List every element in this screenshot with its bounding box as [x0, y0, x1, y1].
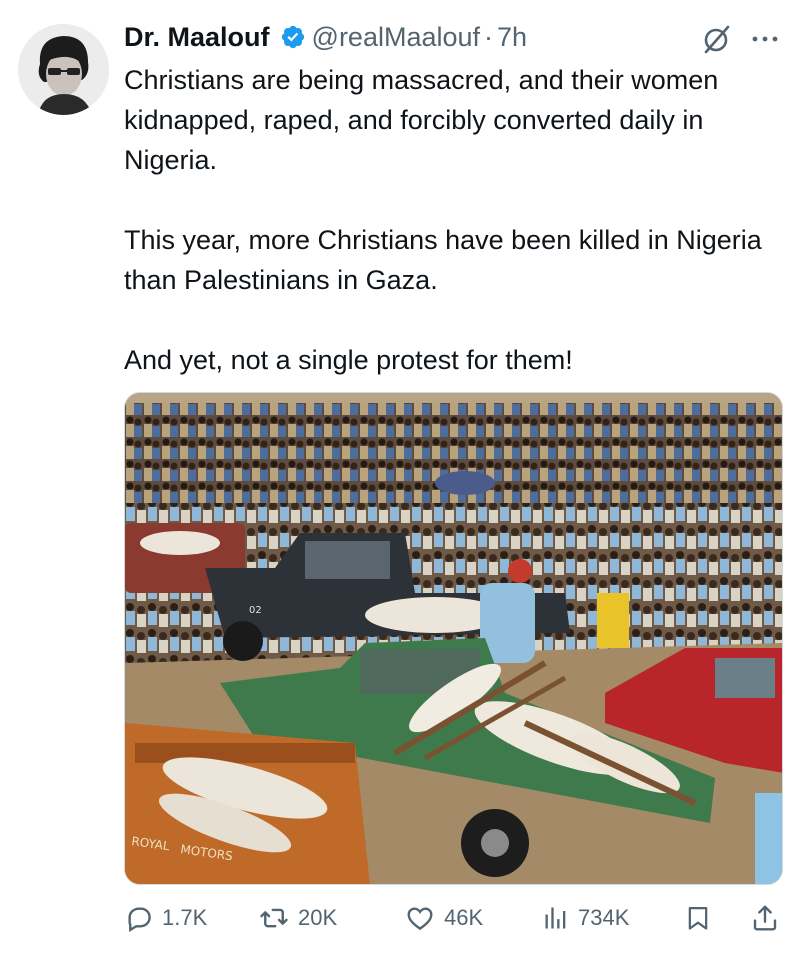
- tweet-paragraph: This year, more Christians have been kil…: [124, 225, 762, 295]
- tweet-paragraph: And yet, not a single protest for them!: [124, 345, 573, 375]
- verified-badge-icon: [280, 24, 306, 50]
- view-count: 734K: [578, 905, 630, 930]
- views-button[interactable]: 734K: [542, 892, 629, 944]
- share-icon: [753, 905, 777, 931]
- repost-count: 20K: [298, 905, 338, 930]
- views-chart-icon: [545, 907, 566, 929]
- tweet-media-image[interactable]: ROYAL MOTORS 02: [124, 392, 783, 885]
- author-name[interactable]: Dr. Maalouf: [124, 22, 270, 53]
- like-button[interactable]: 46K: [404, 892, 483, 944]
- reply-icon: [128, 907, 151, 932]
- timestamp[interactable]: 7h: [497, 22, 527, 53]
- grok-icon[interactable]: [700, 22, 734, 56]
- avatar[interactable]: [18, 24, 109, 115]
- heart-icon: [407, 907, 433, 931]
- share-button[interactable]: [750, 892, 788, 944]
- repost-icon: [260, 908, 288, 928]
- tweet-header: Dr. Maalouf @realMaalouf · 7h: [124, 19, 784, 55]
- reply-button[interactable]: 1.7K: [124, 892, 207, 944]
- bookmark-icon: [688, 906, 708, 930]
- reply-count: 1.7K: [162, 905, 208, 930]
- avatar-image: [18, 24, 109, 115]
- tweet-action-bar: 1.7K 20K 46K 734K: [0, 892, 799, 944]
- truck-text: 02: [249, 605, 262, 616]
- tweet-text: Christians are being massacred, and thei…: [124, 60, 784, 380]
- tweet-paragraph: Christians are being massacred, and thei…: [124, 65, 719, 175]
- like-count: 46K: [444, 905, 484, 930]
- repost-button[interactable]: 20K: [258, 892, 337, 944]
- separator-dot: ·: [484, 21, 494, 52]
- more-options-icon[interactable]: [748, 22, 782, 56]
- crowd-and-trucks-photo: ROYAL MOTORS 02: [125, 393, 782, 884]
- author-handle[interactable]: @realMaalouf: [312, 22, 481, 53]
- bookmark-button[interactable]: [684, 892, 720, 944]
